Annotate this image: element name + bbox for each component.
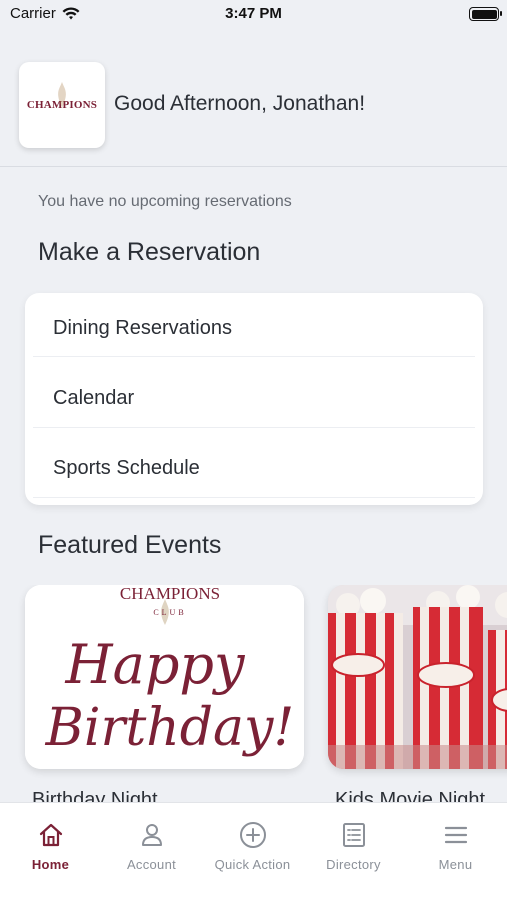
tab-directory-label: Directory bbox=[326, 857, 381, 872]
featured-events-carousel[interactable]: CHAMPIONS CLUB Happy Birthday! Birthday … bbox=[0, 585, 507, 810]
birthday-image-logo: CHAMPIONS bbox=[120, 585, 220, 603]
club-logo[interactable]: CHAMPIONS bbox=[19, 62, 105, 148]
birthday-image: CHAMPIONS CLUB Happy Birthday! bbox=[25, 585, 304, 769]
tab-menu-label: Menu bbox=[438, 857, 473, 872]
divider bbox=[33, 427, 475, 428]
tab-quick-action-label: Quick Action bbox=[214, 857, 291, 872]
divider bbox=[33, 356, 475, 357]
tab-account-label: Account bbox=[126, 857, 177, 872]
tab-menu[interactable]: Menu bbox=[405, 821, 506, 872]
greeting: Good Afternoon, Jonathan! bbox=[114, 92, 366, 115]
hamburger-menu-icon bbox=[444, 826, 467, 844]
header: CHAMPIONS Good Afternoon, Jonathan! bbox=[0, 30, 507, 167]
dining-reservations-item[interactable]: Dining Reservations bbox=[25, 293, 483, 363]
birthday-image-logo-sub: CLUB bbox=[153, 608, 186, 617]
calendar-item[interactable]: Calendar bbox=[25, 363, 483, 433]
kids-movie-night-card[interactable] bbox=[328, 585, 507, 769]
birthday-night-card[interactable]: CHAMPIONS CLUB Happy Birthday! bbox=[25, 585, 304, 769]
flame-icon bbox=[58, 82, 66, 108]
reservation-card: Dining Reservations Calendar Sports Sche… bbox=[25, 293, 483, 505]
plus-circle-icon bbox=[239, 822, 266, 848]
dining-reservations-label: Dining Reservations bbox=[53, 316, 232, 339]
birthday-image-line1: Happy bbox=[65, 633, 246, 696]
divider bbox=[33, 497, 475, 498]
calendar-label: Calendar bbox=[53, 386, 135, 409]
tab-quick-action[interactable]: Quick Action bbox=[202, 821, 303, 872]
sports-schedule-item[interactable]: Sports Schedule bbox=[25, 433, 483, 503]
status-bar: Carrier 3:47 PM bbox=[0, 0, 507, 30]
tab-home[interactable]: Home bbox=[0, 821, 101, 872]
popcorn-image bbox=[328, 585, 507, 769]
directory-icon bbox=[342, 823, 365, 847]
tab-directory[interactable]: Directory bbox=[303, 821, 404, 872]
battery-icon bbox=[469, 7, 502, 21]
make-reservation-title: Make a Reservation bbox=[38, 238, 261, 266]
home-icon bbox=[39, 823, 62, 847]
tab-bar: Home Account Quick Action Directory Menu bbox=[0, 802, 507, 900]
no-reservations-message: You have no upcoming reservations bbox=[38, 193, 292, 210]
tab-home-label: Home bbox=[31, 857, 70, 872]
sports-schedule-label: Sports Schedule bbox=[53, 456, 200, 479]
tab-account[interactable]: Account bbox=[101, 821, 202, 872]
featured-events-title: Featured Events bbox=[38, 531, 222, 559]
person-icon bbox=[141, 824, 162, 846]
status-time: 3:47 PM bbox=[225, 5, 282, 22]
birthday-image-line2: Birthday! bbox=[45, 698, 295, 758]
